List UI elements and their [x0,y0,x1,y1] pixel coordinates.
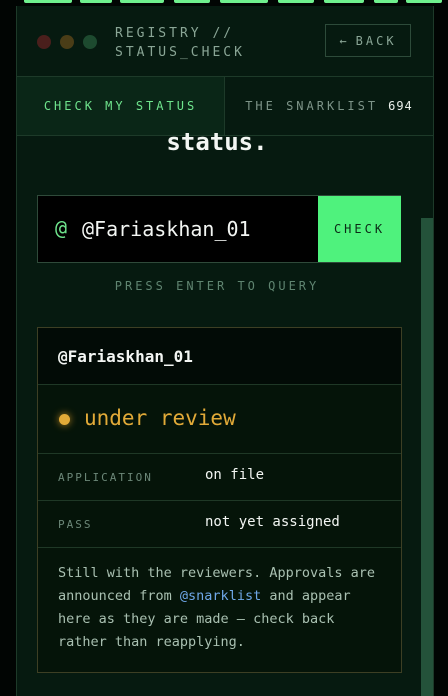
tab-the-snarklist-label: THE SNARKLIST [245,99,379,113]
window-title-line2: STATUS_CHECK [115,45,245,60]
handle-search: @ CHECK [37,195,401,263]
window-maximize-dot[interactable] [83,35,97,49]
window-title-line1: REGISTRY // [115,26,235,41]
info-value-pass: not yet assigned [205,514,340,530]
tab-check-my-status-label: CHECK MY STATUS [43,99,198,113]
status-badge: under review [84,406,236,430]
check-button[interactable]: CHECK [318,196,401,262]
status-dot-icon [59,414,70,425]
tab-check-my-status[interactable]: CHECK MY STATUS [17,77,225,135]
info-label-application: APPLICATION [58,471,153,484]
status-window: REGISTRY // STATUS_CHECK ← BACK CHECK MY… [16,6,434,696]
status-result-card: @Fariaskhan_01 under review APPLICATION … [37,327,402,673]
info-row-application: APPLICATION on file [38,454,401,501]
page-heading: status. [166,128,268,156]
handle-input[interactable] [82,210,312,248]
result-header: @Fariaskhan_01 [38,328,401,385]
review-note: Still with the reviewers. Approvals are … [58,562,388,654]
enter-hint: PRESS ENTER TO QUERY [114,279,320,293]
at-sign-icon: @ [55,216,68,240]
result-username: @Fariaskhan_01 [58,347,193,366]
info-value-application: on file [205,467,265,483]
status-row: under review [38,385,401,454]
info-row-pass: PASS not yet assigned [38,501,401,548]
info-label-pass: PASS [58,518,93,531]
scrollbar[interactable] [421,218,433,696]
title-bar: REGISTRY // STATUS_CHECK ← BACK [17,6,433,77]
arrow-left-icon: ← [339,33,350,48]
back-button[interactable]: ← BACK [325,24,411,57]
snarklist-mention-link[interactable]: @snarklist [180,588,261,604]
window-minimize-dot[interactable] [60,35,74,49]
snarklist-count: 694 [388,99,413,113]
back-button-label: BACK [355,33,397,48]
tab-the-snarklist[interactable]: THE SNARKLIST 694 [225,77,433,135]
window-close-dot[interactable] [37,35,51,49]
window-title: REGISTRY // STATUS_CHECK [115,24,295,62]
